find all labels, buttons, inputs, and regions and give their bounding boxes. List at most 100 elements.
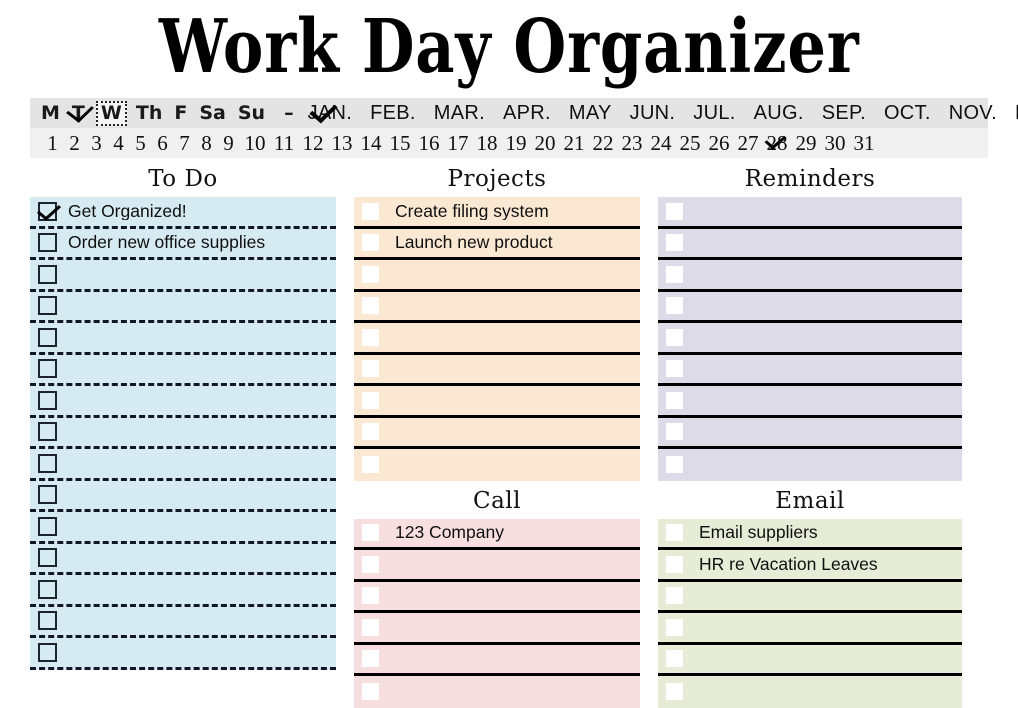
month-oct[interactable]: OCT. [884,103,931,123]
month-aug[interactable]: AUG. [754,103,804,123]
checkbox-icon[interactable] [38,453,57,473]
list-item[interactable] [658,582,962,613]
checkbox-icon[interactable] [362,265,379,283]
checkbox-icon[interactable] [362,650,379,668]
day-29[interactable]: 29 [795,132,817,154]
list-item[interactable] [658,197,962,229]
month-jun[interactable]: JUN. [630,103,676,123]
list-item[interactable] [658,229,962,260]
list-item[interactable] [354,260,640,292]
checkbox-icon[interactable] [38,485,57,505]
list-item[interactable] [658,323,962,355]
month-may[interactable]: MAY [569,103,612,123]
list-item[interactable] [30,355,336,386]
checkbox-icon[interactable] [362,297,379,315]
list-item[interactable] [30,292,336,323]
day-12[interactable]: 12 [302,132,324,154]
day-31[interactable]: 31 [853,132,875,154]
checkbox-icon[interactable] [362,587,379,605]
checkbox-icon[interactable] [666,423,683,441]
list-item[interactable] [658,676,962,708]
checkbox-icon[interactable] [362,555,379,573]
list-item[interactable] [30,638,336,670]
checkbox-icon[interactable] [666,391,683,409]
day-13[interactable]: 13 [331,132,353,154]
day-17[interactable]: 17 [447,132,469,154]
day-1[interactable]: 1 [46,132,59,154]
day-9[interactable]: 9 [222,132,235,154]
list-item[interactable] [658,645,962,676]
month-nov[interactable]: NOV. [949,103,997,123]
month-jul[interactable]: JUL. [693,103,735,123]
list-item[interactable] [658,292,962,323]
dow-w[interactable]: W [95,100,127,126]
checkbox-icon[interactable] [38,642,57,662]
list-item[interactable] [354,449,640,481]
list-item[interactable] [30,607,336,638]
checkbox-icon[interactable] [38,516,57,536]
checkbox-icon[interactable] [38,390,57,410]
list-item[interactable]: Order new office supplies [30,229,336,260]
list-item[interactable] [354,323,640,355]
checkbox-icon[interactable] [362,202,379,220]
day-23[interactable]: 23 [621,132,643,154]
list-item[interactable] [354,386,640,418]
checkbox-icon[interactable] [38,611,57,631]
list-item[interactable] [354,418,640,449]
month-apr[interactable]: APR. [503,103,551,123]
list-item[interactable] [354,292,640,323]
day-10[interactable]: 10 [244,132,266,154]
checkbox-icon[interactable] [38,296,57,316]
list-item[interactable] [30,512,336,544]
dow-sa[interactable]: Sa [198,102,227,125]
day-11[interactable]: 11 [273,132,295,154]
day-2[interactable]: 2 [68,132,81,154]
checkbox-icon[interactable] [362,328,379,346]
day-26[interactable]: 26 [708,132,730,154]
day-27[interactable]: 27 [737,132,759,154]
checkbox-icon[interactable] [666,265,683,283]
checkbox-icon[interactable] [666,618,683,636]
dow-f[interactable]: F [173,102,188,125]
list-item[interactable] [354,550,640,582]
day-5[interactable]: 5 [134,132,147,154]
list-item[interactable] [30,449,336,481]
day-25[interactable]: 25 [679,132,701,154]
day-22[interactable]: 22 [592,132,614,154]
checkbox-icon[interactable] [38,548,57,568]
checkbox-icon[interactable] [38,359,57,379]
checkbox-icon[interactable] [666,587,683,605]
list-item[interactable] [658,613,962,645]
day-21[interactable]: 21 [563,132,585,154]
list-item[interactable]: Create filing system [354,197,640,229]
day-6[interactable]: 6 [156,132,169,154]
day-28[interactable]: 28 [766,132,788,154]
list-item[interactable] [30,481,336,512]
list-item[interactable] [354,645,640,676]
checkbox-icon[interactable] [362,234,379,252]
dow-su[interactable]: Su [237,102,266,125]
list-item[interactable] [658,260,962,292]
checkbox-icon[interactable] [362,618,379,636]
checkbox-icon[interactable] [362,683,379,701]
day-14[interactable]: 14 [360,132,382,154]
day-24[interactable]: 24 [650,132,672,154]
day-7[interactable]: 7 [178,132,191,154]
dow-th[interactable]: Th [135,102,164,125]
list-item[interactable]: Launch new product [354,229,640,260]
checkbox-icon[interactable] [362,360,379,378]
checkbox-icon[interactable] [666,328,683,346]
month-sep[interactable]: SEP. [822,103,866,123]
checkbox-icon[interactable] [666,297,683,315]
month-mar[interactable]: MAR. [434,103,485,123]
checkbox-icon[interactable] [666,650,683,668]
day-4[interactable]: 4 [112,132,125,154]
checkbox-icon[interactable] [666,683,683,701]
day-18[interactable]: 18 [476,132,498,154]
checkbox-icon[interactable] [362,524,379,542]
checkbox-icon[interactable] [666,524,683,542]
checkbox-icon[interactable] [362,391,379,409]
list-item[interactable] [30,323,336,355]
checkbox-icon[interactable] [362,423,379,441]
list-item[interactable] [658,355,962,386]
